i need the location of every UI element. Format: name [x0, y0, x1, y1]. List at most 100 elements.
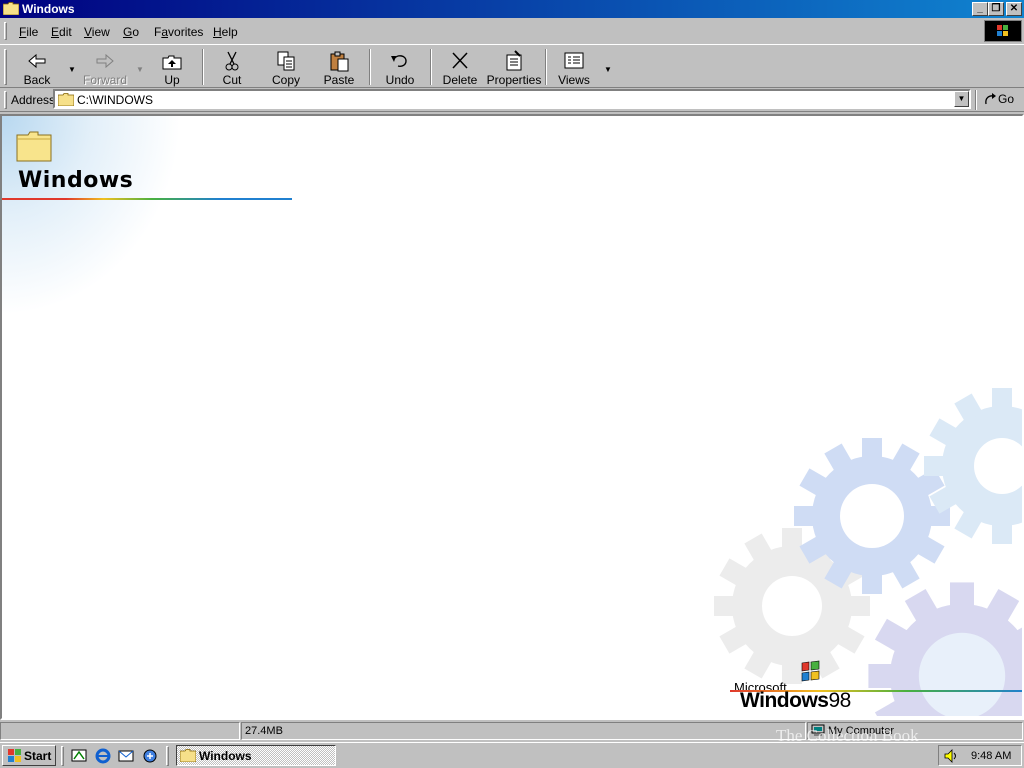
go-button[interactable]: Go [981, 90, 1021, 108]
show-desktop-icon[interactable] [70, 747, 88, 765]
views-button[interactable]: Views [548, 47, 600, 87]
forward-label: Forward [82, 73, 127, 87]
taskbar: Start Windows 9:48 AM [0, 742, 1024, 768]
folder-title: Windows [18, 168, 134, 193]
toolbar-grip[interactable] [4, 49, 7, 85]
back-label: Back [23, 73, 51, 87]
address-grip[interactable] [4, 91, 7, 109]
go-label: Go [998, 92, 1015, 106]
restore-button[interactable]: ❐ [988, 2, 1004, 16]
delete-x-icon [452, 52, 468, 69]
views-dropdown-icon[interactable]: ▼ [604, 65, 612, 74]
toolbar-separator [202, 49, 204, 85]
folder-view[interactable]: Windows Microsoft Windows98 [0, 114, 1024, 720]
views-icon [564, 52, 584, 69]
address-value: C:\WINDOWS [77, 93, 153, 107]
forward-button[interactable]: Forward [79, 47, 131, 87]
properties-button[interactable]: Properties [484, 47, 544, 87]
go-arrow-icon [985, 93, 996, 105]
folder-icon [3, 2, 19, 15]
undo-label: Undo [385, 73, 415, 87]
paste-icon [330, 51, 349, 72]
minimize-icon: _ [977, 3, 983, 14]
status-zone: My Computer [807, 722, 1023, 740]
logo-windows: Windows98 [740, 689, 851, 713]
menu-file[interactable]: File [19, 25, 38, 39]
internet-explorer-icon[interactable] [94, 747, 112, 765]
status-pane-info [0, 722, 240, 740]
status-zone-label: My Computer [828, 725, 895, 737]
minimize-button[interactable]: _ [972, 2, 988, 16]
toolbar-separator [369, 49, 371, 85]
task-label: Windows [199, 749, 252, 763]
back-arrow-icon [28, 53, 46, 69]
up-label: Up [164, 73, 180, 87]
task-button-windows[interactable]: Windows [176, 745, 336, 766]
menu-go[interactable]: Go [123, 25, 139, 39]
outlook-express-icon[interactable] [117, 747, 135, 765]
windows-flag-icon [801, 660, 820, 682]
logo-windows-word: Windows [740, 689, 829, 712]
up-button[interactable]: Up [146, 47, 198, 87]
toolbar-separator [430, 49, 432, 85]
computer-icon [811, 724, 825, 736]
copy-button[interactable]: Copy [260, 47, 312, 87]
title-rule [2, 198, 292, 200]
menu-bar: File Edit View Go Favorites Help [0, 18, 1024, 44]
views-label: Views [558, 73, 590, 87]
menu-grip[interactable] [4, 22, 7, 40]
scissors-icon [225, 51, 239, 71]
menu-favorites[interactable]: Favorites [154, 25, 203, 39]
restore-icon: ❐ [991, 3, 1001, 14]
quicklaunch-grip[interactable] [61, 746, 64, 766]
back-button[interactable]: Back [11, 47, 63, 87]
menu-view[interactable]: View [84, 25, 110, 39]
window-title: Windows [22, 2, 75, 16]
start-button[interactable]: Start [2, 745, 56, 766]
close-button[interactable]: ✕ [1006, 2, 1022, 16]
properties-icon [506, 50, 522, 71]
close-icon: ✕ [1009, 3, 1019, 14]
copy-label: Copy [271, 73, 300, 87]
paste-label: Paste [323, 73, 355, 87]
undo-icon [391, 55, 407, 67]
title-bar[interactable]: Windows _ ❐ ✕ [0, 0, 1024, 18]
system-tray: 9:48 AM [938, 745, 1022, 766]
windows-flag-icon [8, 749, 21, 762]
forward-arrow-icon [96, 53, 114, 69]
volume-icon[interactable] [943, 748, 959, 764]
status-bar: 27.4MB My Computer [0, 720, 1024, 742]
clock[interactable]: 9:48 AM [971, 750, 1011, 762]
cut-label: Cut [222, 73, 242, 87]
large-folder-icon [16, 131, 52, 162]
channels-icon[interactable] [141, 747, 159, 765]
cut-button[interactable]: Cut [206, 47, 258, 87]
menu-edit[interactable]: Edit [51, 25, 72, 39]
undo-button[interactable]: Undo [374, 47, 426, 87]
back-dropdown-icon[interactable]: ▼ [68, 65, 76, 74]
copy-icon [277, 51, 295, 71]
address-label: Address [11, 93, 56, 107]
status-size: 27.4MB [241, 722, 806, 740]
start-label: Start [24, 749, 52, 763]
paste-button[interactable]: Paste [313, 47, 365, 87]
logo-version: 98 [828, 689, 851, 712]
toolbar-separator [545, 49, 547, 85]
properties-label: Properties [486, 73, 542, 87]
menu-help[interactable]: Help [213, 25, 238, 39]
windows-throbber [984, 20, 1022, 42]
go-separator [975, 90, 977, 110]
up-folder-icon [162, 55, 182, 70]
address-input[interactable]: C:\WINDOWS ▼ [53, 89, 971, 109]
windows-flag-icon [997, 25, 1008, 36]
folder-icon [58, 93, 74, 106]
delete-button[interactable]: Delete [434, 47, 486, 87]
task-grip[interactable] [166, 746, 169, 766]
windows98-logo: Microsoft Windows98 [730, 660, 1022, 718]
address-dropdown-button[interactable]: ▼ [954, 91, 969, 107]
forward-dropdown-icon[interactable]: ▼ [136, 65, 144, 74]
standard-toolbar: Back ▼ Forward ▼ Up Cut Copy Paste Undo … [0, 44, 1024, 88]
folder-icon [180, 749, 196, 762]
delete-label: Delete [442, 73, 478, 87]
chevron-down-icon: ▼ [957, 94, 966, 103]
